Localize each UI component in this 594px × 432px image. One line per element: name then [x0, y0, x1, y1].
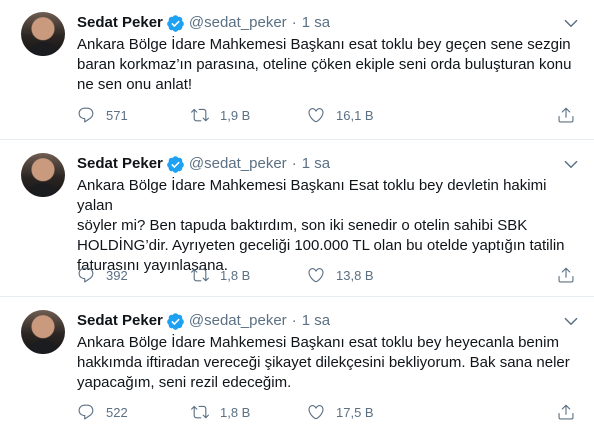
share-icon[interactable]	[557, 266, 575, 284]
retweet-icon	[191, 266, 209, 284]
timestamp[interactable]: 1 sa	[302, 13, 330, 33]
reply-icon	[77, 106, 95, 124]
verified-badge-icon	[166, 312, 185, 331]
retweet-button[interactable]: 1,8 B	[191, 266, 250, 284]
chevron-down-icon[interactable]	[562, 312, 580, 330]
user-handle[interactable]: @sedat_peker	[189, 311, 287, 331]
reply-count: 571	[106, 107, 128, 123]
retweet-count: 1,8 B	[220, 404, 251, 420]
reply-button[interactable]: 522	[77, 403, 128, 421]
display-name[interactable]: Sedat Peker	[77, 311, 163, 331]
timestamp[interactable]: 1 sa	[302, 154, 330, 174]
tweet[interactable]: Sedat Peker @sedat_peker · 1 sa Ankara B…	[0, 298, 594, 432]
retweet-icon	[191, 403, 209, 421]
avatar[interactable]	[21, 12, 65, 56]
heart-icon	[307, 403, 325, 421]
tweet-header: Sedat Peker @sedat_peker · 1 sa	[77, 154, 330, 174]
retweet-count: 1,8 B	[220, 267, 251, 283]
like-count: 13,8 B	[336, 267, 374, 283]
separator-dot: ·	[291, 155, 297, 172]
reply-count: 522	[106, 404, 128, 420]
separator-dot: ·	[291, 312, 297, 329]
display-name[interactable]: Sedat Peker	[77, 154, 163, 174]
reply-button[interactable]: 392	[77, 266, 128, 284]
heart-icon	[307, 106, 325, 124]
user-handle[interactable]: @sedat_peker	[189, 13, 287, 33]
reply-icon	[77, 266, 95, 284]
chevron-down-icon[interactable]	[562, 155, 580, 173]
verified-badge-icon	[166, 155, 185, 174]
tweet-text: Ankara Bölge İdare Mahkemesi Başkanı esa…	[77, 36, 572, 93]
share-icon[interactable]	[557, 403, 575, 421]
tweet-actions: 522 1,8 B 17,5 B	[77, 403, 574, 423]
verified-badge-icon	[166, 14, 185, 33]
like-button[interactable]: 16,1 B	[307, 106, 374, 124]
user-handle[interactable]: @sedat_peker	[189, 154, 287, 174]
heart-icon	[307, 266, 325, 284]
tweet-header: Sedat Peker @sedat_peker · 1 sa	[77, 13, 330, 33]
retweet-icon	[191, 106, 209, 124]
reply-icon	[77, 403, 95, 421]
tweet[interactable]: Sedat Peker @sedat_peker · 1 sa Ankara B…	[0, 0, 594, 140]
like-count: 17,5 B	[336, 404, 374, 420]
tweet-feed: Sedat Peker @sedat_peker · 1 sa Ankara B…	[0, 0, 594, 432]
retweet-count: 1,9 B	[220, 107, 251, 123]
chevron-down-icon[interactable]	[562, 14, 580, 32]
share-icon[interactable]	[557, 106, 575, 124]
reply-button[interactable]: 571	[77, 106, 128, 124]
tweet-text: Ankara Bölge İdare Mahkemesi Başkanı esa…	[77, 334, 570, 391]
display-name[interactable]: Sedat Peker	[77, 13, 163, 33]
tweet-text: Ankara Bölge İdare Mahkemesi Başkanı Esa…	[77, 177, 565, 274]
tweet[interactable]: Sedat Peker @sedat_peker · 1 sa Ankara B…	[0, 141, 594, 297]
retweet-button[interactable]: 1,9 B	[191, 106, 250, 124]
avatar[interactable]	[21, 153, 65, 197]
avatar[interactable]	[21, 310, 65, 354]
reply-count: 392	[106, 267, 128, 283]
like-button[interactable]: 13,8 B	[307, 266, 374, 284]
retweet-button[interactable]: 1,8 B	[191, 403, 250, 421]
tweet-header: Sedat Peker @sedat_peker · 1 sa	[77, 311, 330, 331]
like-count: 16,1 B	[336, 107, 374, 123]
separator-dot: ·	[291, 14, 297, 31]
tweet-actions: 571 1,9 B 16,1 B	[77, 106, 574, 126]
timestamp[interactable]: 1 sa	[302, 311, 330, 331]
tweet-actions: 392 1,8 B 13,8 B	[77, 266, 574, 286]
like-button[interactable]: 17,5 B	[307, 403, 374, 421]
